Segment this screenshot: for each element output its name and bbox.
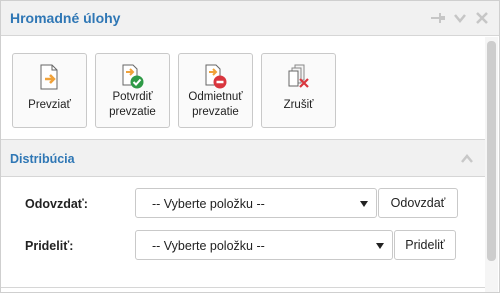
assign-row: Prideliť: -- Vyberte položku -- Prideliť	[1, 230, 485, 260]
scrollbar-thumb[interactable]	[487, 41, 496, 261]
panel-header-icons	[431, 11, 489, 25]
chevron-down-icon[interactable]	[453, 11, 467, 25]
handover-label: Odovzdať:	[25, 197, 88, 211]
divider	[1, 287, 485, 288]
confirm-takeover-button[interactable]: Potvrdiť prevzatie	[95, 53, 170, 128]
distribution-title: Distribúcia	[10, 152, 75, 166]
assign-select[interactable]: -- Vyberte položku --	[135, 230, 393, 260]
take-over-label: Prevziať	[28, 99, 71, 111]
handover-button[interactable]: Odovzdať	[378, 188, 458, 218]
reject-takeover-label-line1: Odmietnuť	[188, 91, 243, 103]
handover-select-value: -- Vyberte položku --	[152, 197, 265, 211]
take-over-button[interactable]: Prevziať	[12, 53, 87, 128]
caret-down-icon	[376, 243, 384, 249]
reject-takeover-button[interactable]: Odmietnuť prevzatie	[178, 53, 253, 128]
panel-title: Hromadné úlohy	[10, 10, 121, 26]
caret-down-icon	[360, 201, 368, 207]
distribution-section-header[interactable]: Distribúcia	[1, 139, 485, 177]
chevron-up-icon[interactable]	[461, 153, 473, 167]
close-icon[interactable]	[475, 11, 489, 25]
confirm-takeover-label-line1: Potvrdiť	[112, 91, 153, 103]
confirm-takeover-icon	[121, 64, 145, 93]
handover-row: Odovzdať: -- Vyberte položku -- Odovzdať	[1, 188, 485, 218]
pin-icon[interactable]	[431, 11, 445, 25]
confirm-takeover-label-line2: prevzatie	[109, 106, 156, 118]
take-over-icon	[39, 64, 61, 93]
bulk-tasks-panel: Hromadné úlohy Prevziať Potvrdiť prevzat…	[0, 0, 500, 293]
assign-label: Prideliť:	[25, 239, 74, 253]
panel-header: Hromadné úlohy	[1, 1, 499, 36]
assign-button[interactable]: Prideliť	[394, 230, 456, 260]
reject-takeover-icon	[204, 64, 228, 93]
handover-select[interactable]: -- Vyberte položku --	[135, 188, 377, 218]
cancel-label: Zrušiť	[283, 99, 314, 111]
bulk-actions-toolbar: Prevziať Potvrdiť prevzatie Odmietnuť pr…	[1, 37, 485, 139]
cancel-button[interactable]: Zrušiť	[261, 53, 336, 128]
assign-select-value: -- Vyberte položku --	[152, 239, 265, 253]
reject-takeover-label-line2: prevzatie	[192, 106, 239, 118]
vertical-scrollbar[interactable]	[485, 37, 498, 292]
cancel-icon	[286, 64, 312, 93]
